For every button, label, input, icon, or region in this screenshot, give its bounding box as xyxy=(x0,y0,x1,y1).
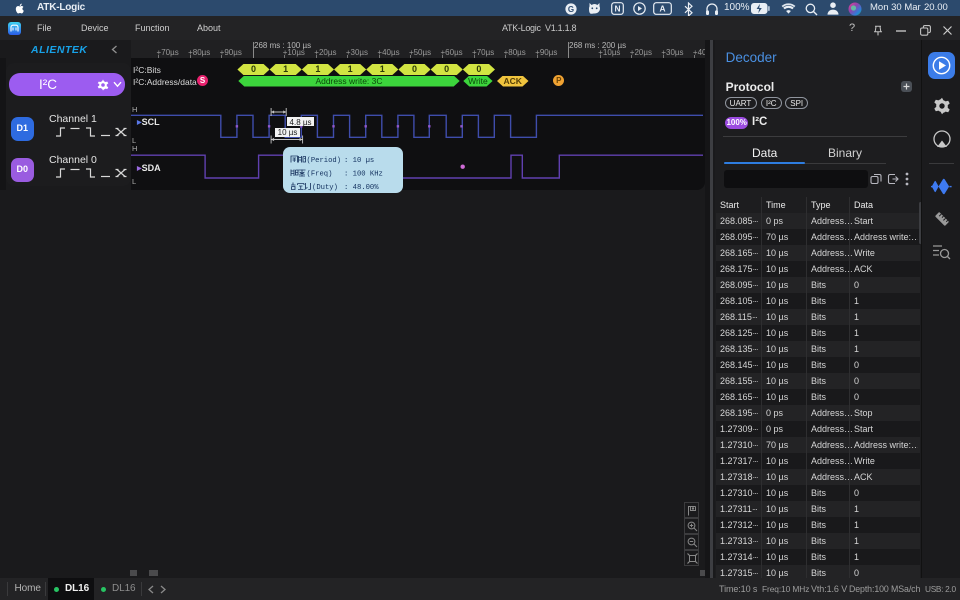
svg-text:(Duty): (Duty) xyxy=(312,184,338,192)
svg-text:N: N xyxy=(614,3,620,13)
svg-text:(Period): (Period) xyxy=(307,157,342,165)
svg-text:: 100 KHz: : 100 KHz xyxy=(344,171,383,179)
svg-text:: 10 µs: : 10 µs xyxy=(344,157,374,165)
svg-text:(Freq): (Freq) xyxy=(307,171,333,179)
svg-text:G: G xyxy=(568,4,574,13)
svg-text:A: A xyxy=(659,4,665,14)
svg-text:: 48.00%: : 48.00% xyxy=(344,184,379,192)
